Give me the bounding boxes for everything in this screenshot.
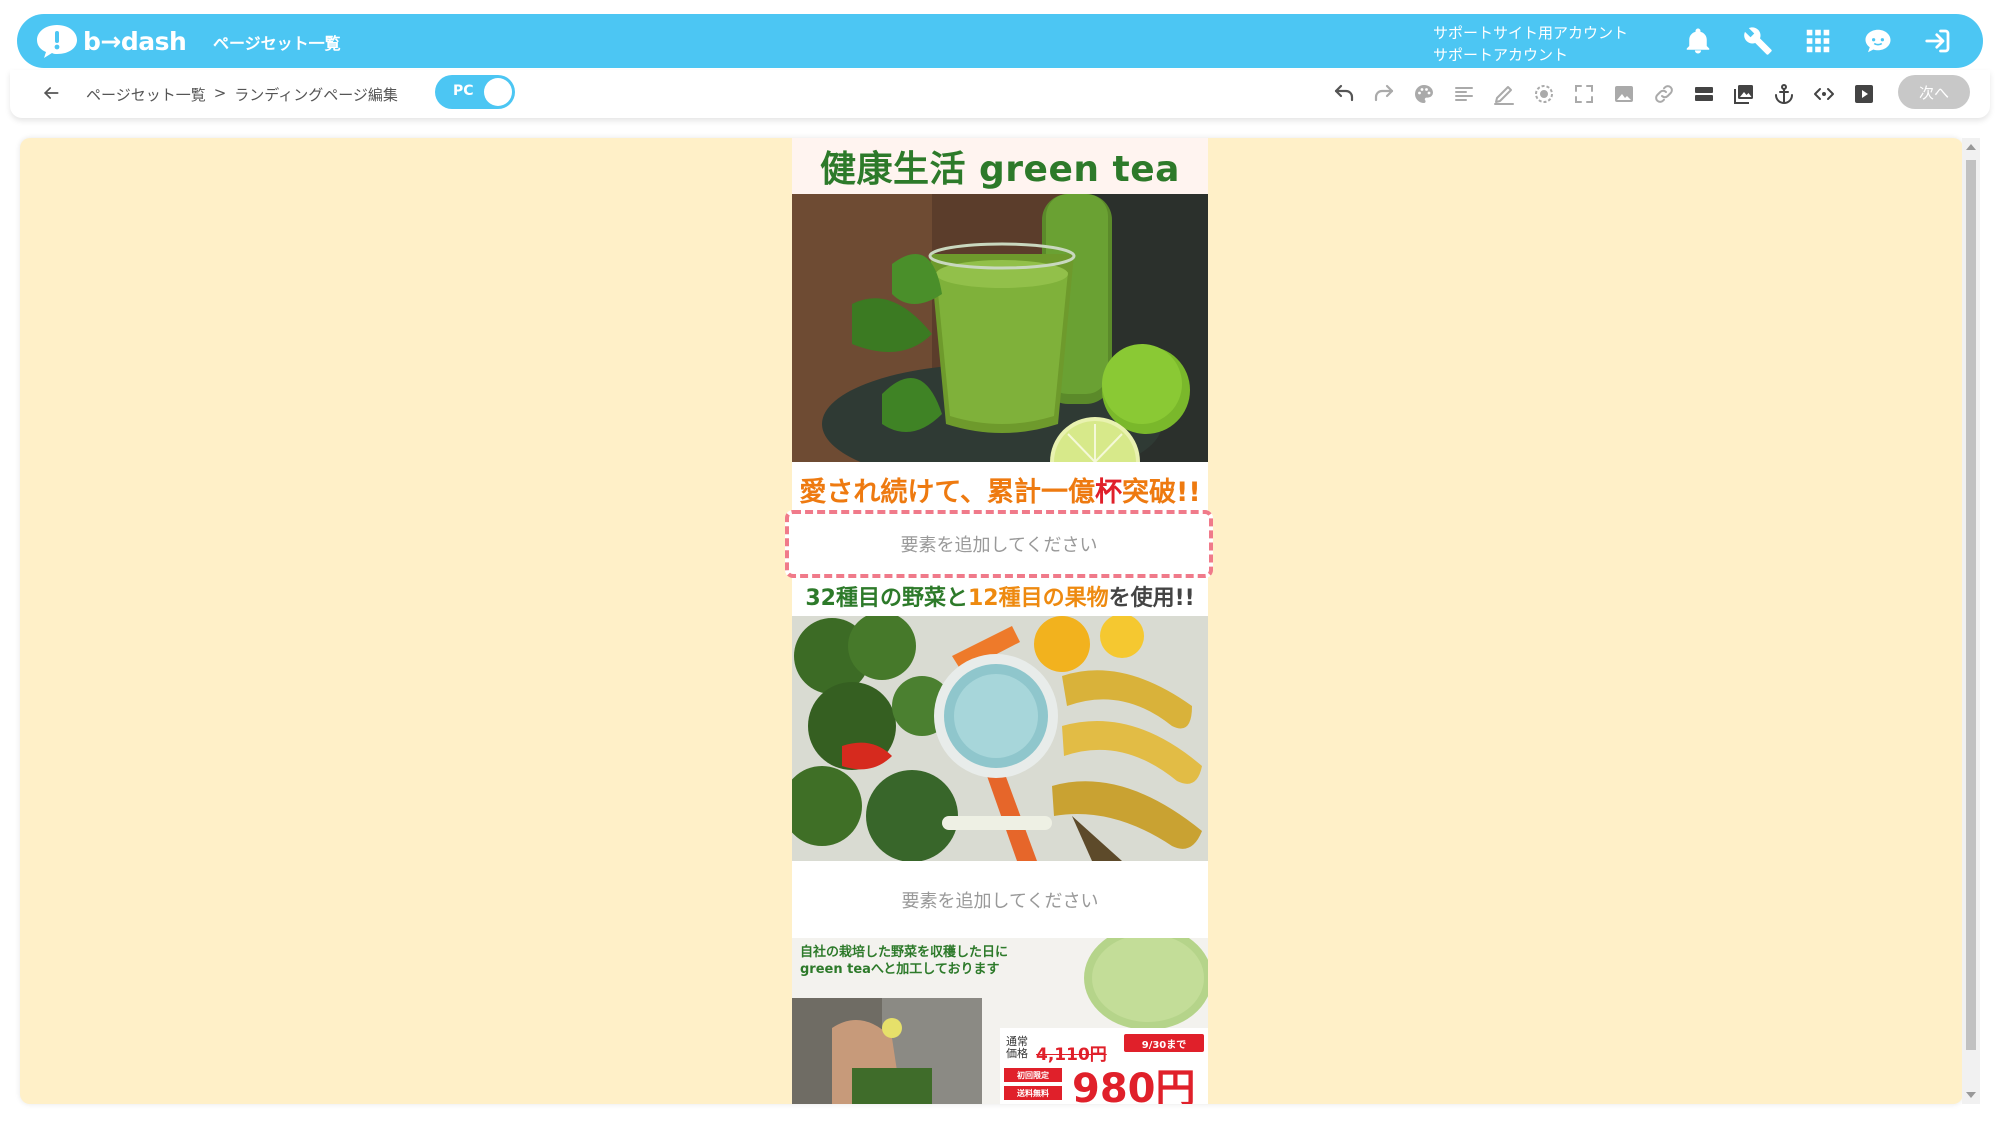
editor-toolbar: ページセット一覧 > ランディングページ編集 PC 次へ <box>10 70 1990 118</box>
headline-total-cups[interactable]: 愛され続けて、累計一億杯突破!! <box>792 464 1208 514</box>
device-toggle-knob <box>484 78 512 106</box>
headline1-part-b: 杯 <box>1095 476 1122 508</box>
back-arrow-icon[interactable] <box>38 80 64 106</box>
product-price-image[interactable]: 自社の栽培した野菜を収穫した日に green teaへと加工しております 通常 … <box>792 938 1208 1104</box>
free-shipping-tag: 送料無料 <box>1004 1086 1062 1100</box>
landing-page-preview: 健康生活 green tea 愛され続けて、累計一億 杯 突破!! 32種目の野… <box>792 138 1208 1104</box>
headline-ingredients[interactable]: 32種目の野菜と 12種目の果物 を使用!! <box>792 576 1208 616</box>
next-button[interactable]: 次へ <box>1898 75 1970 109</box>
brand-name: b→dash <box>83 26 187 56</box>
code-icon[interactable] <box>1808 78 1840 110</box>
product-caption: 自社の栽培した野菜を収穫した日に green teaへと加工しております <box>800 944 1008 978</box>
deadline-badge: 9/30まで <box>1124 1034 1204 1052</box>
headline2-part-c: を使用!! <box>1108 586 1195 611</box>
scroll-thumb[interactable] <box>1966 160 1976 1050</box>
lp-title[interactable]: 健康生活 green tea <box>792 138 1208 194</box>
headline1-part-a: 愛され続けて、累計一億 <box>799 476 1095 508</box>
logout-icon[interactable] <box>1920 23 1956 59</box>
play-icon[interactable] <box>1848 78 1880 110</box>
canvas-scrollbar[interactable] <box>1962 138 1980 1104</box>
device-toggle[interactable]: PC <box>435 75 515 109</box>
text-align-icon[interactable] <box>1448 78 1480 110</box>
sale-price: 980円 <box>1072 1066 1196 1104</box>
breadcrumb-item-page-set-list[interactable]: ページセット一覧 <box>86 84 206 105</box>
vegetables-image[interactable] <box>792 616 1208 861</box>
add-element-dropzone-1[interactable]: 要素を追加してください <box>785 510 1213 578</box>
breadcrumb-item-current: ランディングページ編集 <box>234 86 398 104</box>
pen-icon[interactable] <box>1488 78 1520 110</box>
device-toggle-label: PC <box>453 83 474 99</box>
top-header: b→dash ページセット一覧 サポートサイト用アカウント サポートアカウント <box>17 14 1983 68</box>
brand-logo[interactable]: b→dash <box>35 22 187 60</box>
wrench-icon[interactable] <box>1740 23 1776 59</box>
breadcrumb: ページセット一覧 > ランディングページ編集 <box>86 84 398 105</box>
link-icon[interactable] <box>1648 78 1680 110</box>
layout-icon[interactable] <box>1688 78 1720 110</box>
palette-icon[interactable] <box>1408 78 1440 110</box>
breadcrumb-separator: > <box>213 84 227 102</box>
target-icon[interactable] <box>1528 78 1560 110</box>
page-title: ページセット一覧 <box>213 34 341 53</box>
bell-icon[interactable] <box>1680 23 1716 59</box>
account-name-1: サポートサイト用アカウント <box>1433 24 1629 42</box>
speech-bubble-logo-icon <box>37 25 77 58</box>
fullscreen-icon[interactable] <box>1568 78 1600 110</box>
first-time-tag: 初回限定 <box>1004 1068 1062 1082</box>
apps-grid-icon[interactable] <box>1800 23 1836 59</box>
support-chat-icon[interactable] <box>1860 23 1896 59</box>
account-info[interactable]: サポートサイト用アカウント サポートアカウント <box>1433 22 1628 66</box>
anchor-icon[interactable] <box>1768 78 1800 110</box>
scroll-up-arrow-icon[interactable] <box>1966 144 1976 150</box>
add-element-dropzone-2[interactable]: 要素を追加してください <box>792 861 1208 938</box>
editor-canvas: 健康生活 green tea 愛され続けて、累計一億 杯 突破!! 32種目の野… <box>20 138 1963 1104</box>
headline1-part-c: 突破!! <box>1122 476 1201 508</box>
headline2-part-a: 32種目の野菜と <box>805 586 968 611</box>
image-icon[interactable] <box>1608 78 1640 110</box>
gallery-icon[interactable] <box>1728 78 1760 110</box>
regular-price-label: 通常 価格 <box>1006 1035 1028 1060</box>
account-name-2: サポートアカウント <box>1433 46 1569 64</box>
caption-line-1: 自社の栽培した野菜を収穫した日に <box>800 945 1009 960</box>
vegetables-illustration <box>792 616 1208 861</box>
scroll-down-arrow-icon[interactable] <box>1966 1092 1976 1098</box>
undo-icon[interactable] <box>1328 78 1360 110</box>
price-block: 通常 価格 4,110円 9/30まで 初回限定 送料無料 980円 <box>1000 1028 1208 1104</box>
hero-image[interactable] <box>792 194 1208 462</box>
caption-line-2: green teaへと加工しております <box>800 962 1000 977</box>
headline2-part-b: 12種目の果物 <box>967 586 1109 611</box>
smoothie-illustration <box>792 194 1208 462</box>
redo-icon[interactable] <box>1368 78 1400 110</box>
